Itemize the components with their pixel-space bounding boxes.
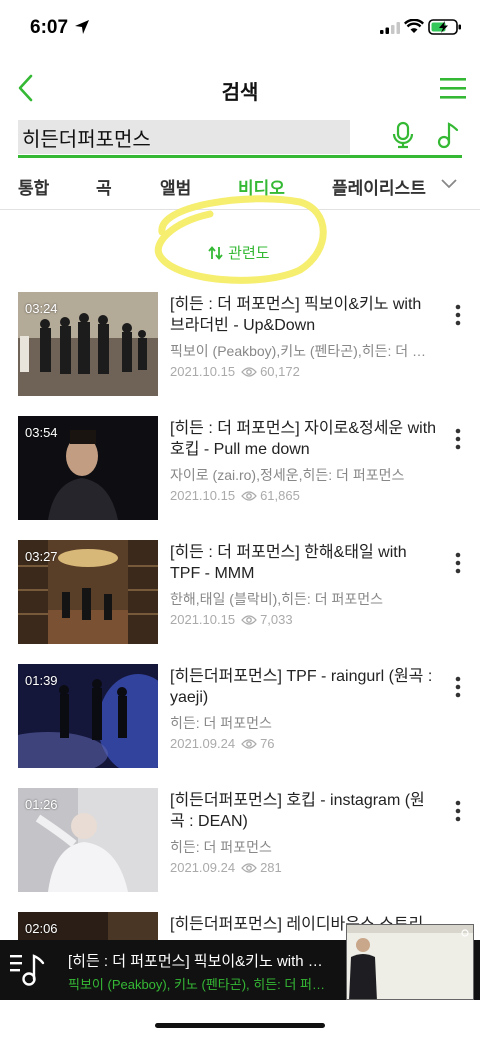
playlist-music-icon[interactable] — [10, 953, 46, 987]
eye-icon — [241, 367, 257, 377]
sort-label: 관련도 — [228, 245, 270, 262]
header: 검색 — [0, 62, 480, 114]
search-bar: 히든더퍼포먼스 — [18, 118, 462, 158]
video-artist: 한해,태일 (블락비),히든: 더 퍼포먼스 — [170, 591, 383, 607]
video-title[interactable]: [히든 : 더 퍼포먼스] 한해&태일 with TPF - MMM — [170, 542, 438, 584]
video-artist: 히든: 더 퍼포먼스 — [170, 715, 272, 731]
video-title[interactable]: [히든더퍼포먼스] TPF - raingurl (원곡 : yaeji) — [170, 666, 438, 708]
video-date: 2021.10.15 — [170, 364, 236, 379]
list-item[interactable]: 03:24 [히든 : 더 퍼포먼스] 픽보이&키노 with 브라더빈 - U… — [0, 292, 480, 400]
eye-icon — [241, 491, 257, 501]
tab-all[interactable]: 통합 — [18, 174, 49, 199]
tab-playlists[interactable]: 플레이리스트 — [332, 174, 426, 199]
microphone-icon[interactable] — [392, 121, 414, 149]
list-item[interactable]: 03:54 [히든 : 더 퍼포먼스] 자이로&정세운 with 호킵 - Pu… — [0, 416, 480, 524]
wifi-icon — [404, 19, 424, 33]
video-artist: 픽보이 (Peakboy),키노 (펜타곤),히든: 더 퍼포먼스 — [170, 343, 434, 359]
video-thumbnail[interactable]: 03:24 — [18, 292, 158, 396]
video-title[interactable]: [히든 : 더 퍼포먼스] 자이로&정세운 with 호킵 - Pull me … — [170, 418, 438, 460]
more-options-icon[interactable] — [446, 672, 470, 702]
video-duration: 01:39 — [25, 673, 58, 688]
eye-icon — [241, 615, 257, 625]
cellular-signal-icon — [380, 22, 400, 34]
video-views: 60,172 — [260, 364, 300, 379]
video-duration: 02:06 — [25, 921, 58, 936]
video-title[interactable]: [히든더퍼포먼스] 호킵 - instagram (원곡 : DEAN) — [170, 790, 438, 832]
video-date: 2021.09.24 — [170, 736, 236, 751]
list-item[interactable]: 01:26 [히든더퍼포먼스] 호킵 - instagram (원곡 : DEA… — [0, 788, 480, 896]
list-item[interactable]: 01:39 [히든더퍼포먼스] TPF - raingurl (원곡 : yae… — [0, 664, 480, 772]
bottom-safe-area — [0, 1000, 480, 1039]
video-artist: 자이로 (zai.ro),정세운,히든: 더 퍼포먼스 — [170, 467, 405, 483]
video-duration: 03:54 — [25, 425, 58, 440]
search-input[interactable]: 히든더퍼포먼스 — [22, 123, 151, 152]
sort-button[interactable]: 관련도 — [208, 242, 270, 263]
video-meta: 2021.10.15 7,033 — [170, 612, 293, 627]
battery-charging-icon — [428, 19, 461, 35]
highlight-annotation — [154, 195, 327, 284]
video-thumbnail[interactable]: 03:54 — [18, 416, 158, 520]
more-options-icon[interactable] — [446, 796, 470, 826]
hamburger-menu-icon[interactable] — [440, 76, 466, 100]
video-date: 2021.10.15 — [170, 612, 236, 627]
location-arrow-icon — [75, 20, 89, 34]
music-recognition-icon[interactable] — [436, 121, 460, 149]
eye-icon — [241, 739, 257, 749]
video-date: 2021.10.15 — [170, 488, 236, 503]
picture-in-picture-video[interactable] — [346, 924, 474, 1000]
more-options-icon[interactable] — [446, 424, 470, 454]
eye-icon — [241, 863, 257, 873]
video-views: 281 — [260, 860, 282, 875]
video-views: 76 — [260, 736, 275, 751]
page-title: 검색 — [221, 82, 259, 104]
now-playing-title: [히든 : 더 퍼포먼스] 픽보이&키노 with 브라더빈 - Up&Down — [68, 953, 336, 970]
search-field[interactable]: 히든더퍼포먼스 — [18, 120, 350, 154]
video-date: 2021.09.24 — [170, 860, 236, 875]
home-indicator[interactable] — [155, 1023, 325, 1028]
status-bar: 6:07 — [0, 0, 480, 56]
video-thumbnail[interactable]: 01:26 — [18, 788, 158, 892]
video-artist: 히든: 더 퍼포먼스 — [170, 839, 272, 855]
video-duration: 03:24 — [25, 301, 58, 316]
video-thumbnail[interactable]: 01:39 — [18, 664, 158, 768]
chevron-down-icon[interactable] — [440, 178, 458, 190]
video-views: 7,033 — [260, 612, 293, 627]
video-meta: 2021.10.15 60,172 — [170, 364, 300, 379]
tab-songs[interactable]: 곡 — [96, 174, 112, 199]
now-playing-artist: 픽보이 (Peakboy), 키노 (펜타곤), 히든: 더 퍼포먼스 — [68, 977, 336, 992]
video-views: 61,865 — [260, 488, 300, 503]
video-duration: 01:26 — [25, 797, 58, 812]
video-meta: 2021.09.24 281 — [170, 860, 282, 875]
more-options-icon[interactable] — [446, 300, 470, 330]
more-options-icon[interactable] — [446, 548, 470, 578]
video-title[interactable]: [히든 : 더 퍼포먼스] 픽보이&키노 with 브라더빈 - Up&Down — [170, 294, 438, 336]
video-thumbnail[interactable]: 03:27 — [18, 540, 158, 644]
list-item[interactable]: 03:27 [히든 : 더 퍼포먼스] 한해&태일 with TPF - MMM… — [0, 540, 480, 648]
sort-arrows-icon — [208, 246, 223, 260]
video-meta: 2021.10.15 61,865 — [170, 488, 300, 503]
video-duration: 03:27 — [25, 549, 58, 564]
status-time: 6:07 — [30, 17, 69, 38]
video-meta: 2021.09.24 76 — [170, 736, 275, 751]
